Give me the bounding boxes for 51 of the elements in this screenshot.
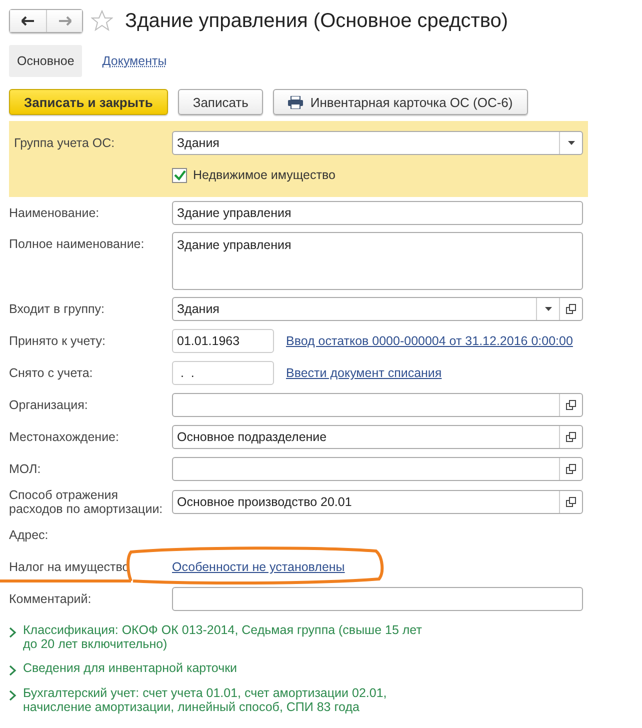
document-link[interactable]: Ввод остатков 0000-000004 от 31.12.2016 0:00:00 <box>286 334 573 348</box>
tab[interactable]: Документы <box>94 45 175 77</box>
checkmark-icon <box>174 170 186 180</box>
field-label: Местонахождение: <box>9 430 120 444</box>
dropdown-field[interactable]: Здания <box>172 297 583 321</box>
collapsible-section[interactable]: Сведения для инвентарной карточки <box>9 657 429 682</box>
field-label: Организация: <box>9 398 89 412</box>
reference-field[interactable]: Основное подразделение <box>172 425 583 449</box>
checkbox-label: Недвижимое имущество <box>193 168 336 182</box>
field-label: Полное наименование: <box>9 236 146 251</box>
date-field[interactable]: 01.01.1963 <box>172 329 274 353</box>
save-and-close-button[interactable]: Записать и закрыть <box>9 89 168 115</box>
text-area[interactable]: Здание управления <box>172 232 583 290</box>
field-label: Наименование: <box>9 206 100 220</box>
open-window-icon <box>566 304 576 314</box>
open-window-icon <box>566 464 576 474</box>
caret-icon <box>568 141 574 145</box>
text-field[interactable] <box>172 587 583 611</box>
field-label: Комментарий: <box>9 592 92 606</box>
left-arrow-icon <box>21 16 35 26</box>
save-button[interactable]: Записать <box>178 89 264 115</box>
field-label: Группа учета ОС: <box>14 136 116 150</box>
reference-field[interactable] <box>172 457 583 481</box>
open-window-icon <box>566 432 576 442</box>
caret-icon <box>544 307 552 311</box>
settings-link[interactable]: Особенности не установлены <box>172 560 345 574</box>
open-window-icon <box>566 400 576 410</box>
printer-icon <box>288 96 304 108</box>
checkbox[interactable] <box>172 168 187 182</box>
print-button[interactable]: Инвентарная карточка ОС (ОС-6) <box>273 89 528 115</box>
collapsible-section[interactable]: Бухгалтерский учет: счет учета 01.01, счет амортизации 02.01, начисление амортизации, линейный способ, СПИ 83 года <box>9 682 429 720</box>
field-label: Налог на имущество <box>9 560 130 574</box>
right-arrow-icon <box>58 16 72 26</box>
field-label: Способ отражения расходов по амортизации: <box>9 488 164 516</box>
document-link[interactable]: Ввести документ списания <box>286 366 442 380</box>
collapsible-section[interactable]: Классификация: ОКОФ ОК 013-2014, Седьмая группа (свыше 15 лет до 20 лет включительно) <box>9 619 429 657</box>
field-label: МОЛ: <box>9 462 42 476</box>
tab[interactable]: Основное <box>9 45 82 77</box>
field-label: Принято к учету: <box>9 334 106 348</box>
field-label: Входит в группу: <box>9 302 106 316</box>
reference-field[interactable] <box>172 393 583 417</box>
window-title: Здание управления (Основное средство) <box>125 10 508 32</box>
open-window-icon <box>566 497 576 507</box>
reference-field[interactable]: Основное производство 20.01 <box>172 490 583 514</box>
dropdown-field[interactable]: Здания <box>172 131 583 155</box>
field-label: Снято с учета: <box>9 366 94 380</box>
date-field[interactable]: . . <box>172 361 274 385</box>
back-button[interactable] <box>10 10 46 32</box>
star-icon[interactable] <box>91 10 113 32</box>
field-label: Адрес: <box>9 528 50 542</box>
text-field[interactable]: Здание управления <box>172 201 583 225</box>
